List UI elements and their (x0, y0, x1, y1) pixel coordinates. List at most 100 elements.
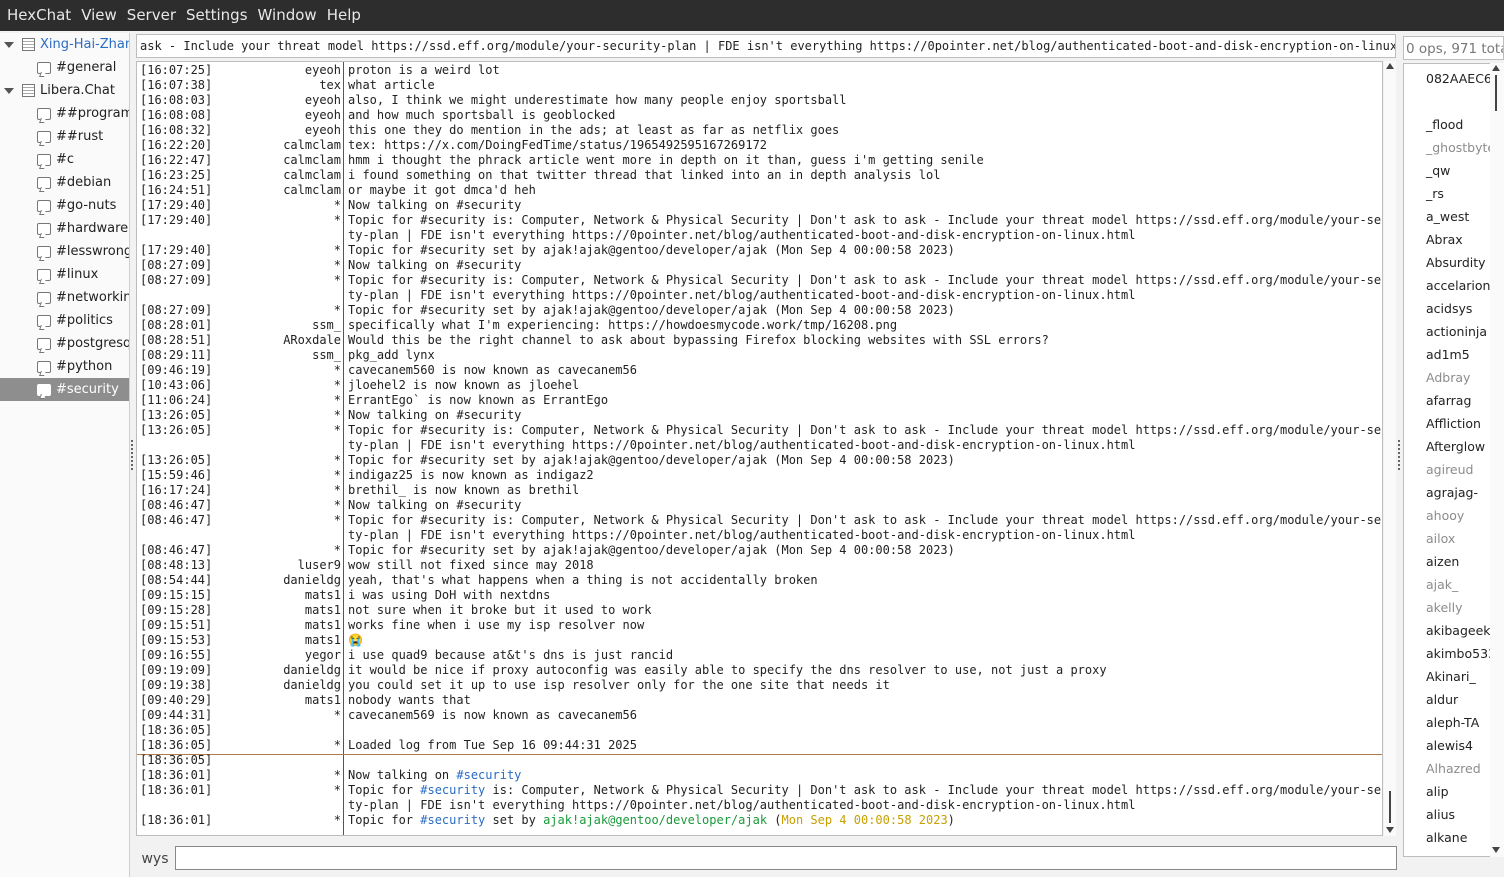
user-list-item[interactable]: ailox (1426, 527, 1455, 550)
expander-icon[interactable] (4, 41, 14, 48)
chat-line: [09:19:09] danieldg it would be nice if pr… (137, 663, 1382, 678)
user-list-item[interactable]: Akinari_ (1426, 665, 1476, 688)
user-list-item[interactable]: ajak_ (1426, 573, 1458, 596)
chat-line: [16:22:47] calmclam hmm i thought the phra… (137, 153, 1382, 168)
user-list-item[interactable]: accelarion (1426, 274, 1490, 297)
user-list-item[interactable]: agrajag- (1426, 481, 1478, 504)
user-list-item[interactable]: aldur (1426, 688, 1458, 711)
channel-icon (37, 199, 51, 212)
user-list[interactable]: 082AAEC63 _flood _ghostbyte _qw _rs a_west Abr… (1403, 63, 1504, 857)
timestamp: [16:07:25] (140, 63, 213, 77)
timestamp: [18:36:05] (140, 753, 213, 767)
tree-channel[interactable]: #linux (0, 263, 129, 286)
tree-channel[interactable]: #networking (0, 286, 129, 309)
expander-icon[interactable] (4, 87, 14, 94)
nick: * (333, 273, 341, 287)
user-list-item[interactable]: Adbray (1426, 366, 1470, 389)
menu-settings[interactable]: Settings (181, 0, 253, 31)
user-list-item[interactable]: _flood (1426, 113, 1463, 136)
timestamp: [16:08:03] (140, 93, 213, 107)
timestamp: [08:54:44] (140, 573, 213, 587)
tree-server[interactable]: Xing-Hai-Zhan (0, 33, 129, 56)
user-list-item[interactable]: ahooy (1426, 504, 1464, 527)
nick-button[interactable]: wys (138, 849, 172, 869)
menu-window[interactable]: Window (253, 0, 322, 31)
user-list-item[interactable]: acidsys (1426, 297, 1472, 320)
tree-server[interactable]: Libera.Chat (0, 79, 129, 102)
tree-channel[interactable]: ##programming (0, 102, 129, 125)
user-list-item[interactable]: _rs (1426, 182, 1444, 205)
topic-bar[interactable]: ask - Include your threat model https://… (136, 34, 1396, 58)
tree-channel[interactable]: #security (0, 378, 129, 401)
user-list-item[interactable]: akimbo533 (1426, 642, 1496, 665)
user-list-item[interactable]: Abrax (1426, 228, 1463, 251)
tree-channel[interactable]: #python (0, 355, 129, 378)
tree-channel[interactable]: #postgresql (0, 332, 129, 355)
user-list-item[interactable]: akibageek (1426, 619, 1491, 642)
tree-channel[interactable]: #debian (0, 171, 129, 194)
chat-scrollbar[interactable] (1384, 61, 1396, 836)
timestamp: [09:19:09] (140, 663, 213, 677)
tree-channel[interactable]: ##rust (0, 125, 129, 148)
user-list-item[interactable]: Afterglow (1426, 435, 1485, 458)
tree-channel[interactable]: #c (0, 148, 129, 171)
channel-icon (37, 107, 51, 120)
chat-line: [09:40:29] mats1 nobody wants that (137, 693, 1382, 708)
message: Topic for #security set by ajak!ajak@gen… (348, 243, 955, 257)
chat-line: [08:46:47] * Now talking on #security (137, 498, 1382, 513)
message: i use quad9 because at&t's dns is just r… (348, 648, 674, 662)
nick: * (333, 423, 341, 437)
tree-resize-grip[interactable] (131, 440, 134, 470)
channel-link: #security (420, 783, 486, 797)
tree-channel[interactable]: #politics (0, 309, 129, 332)
user-list-item[interactable]: ad1m5 (1426, 343, 1470, 366)
user-list-item[interactable]: akelly (1426, 596, 1463, 619)
timestamp: [18:36:01] (140, 813, 213, 827)
user-list-item[interactable]: _qw (1426, 159, 1450, 182)
user-list-item[interactable]: 082AAEC63 (1426, 67, 1500, 90)
user-list-item[interactable]: alkane (1426, 826, 1467, 849)
tree-channel[interactable]: #general (0, 56, 129, 79)
user-list-item[interactable]: alip (1426, 780, 1449, 803)
user-list-item[interactable]: aleph-TA (1426, 711, 1479, 734)
timestamp: [08:46:47] (140, 498, 213, 512)
user-list-item[interactable]: Absurdity (1426, 251, 1486, 274)
user-list-item[interactable]: aizen (1426, 550, 1459, 573)
tree-label: #politics (56, 313, 113, 328)
menu-server[interactable]: Server (122, 0, 181, 31)
message: Now talking on #security (348, 408, 522, 422)
tree-channel[interactable]: #hardware (0, 217, 129, 240)
nick: mats1 (304, 603, 341, 617)
chat-line: [09:15:28] mats1 not sure when it broke bu… (137, 603, 1382, 618)
userlist-scrollbar[interactable] (1490, 63, 1504, 857)
scroll-up-icon[interactable] (1386, 63, 1394, 69)
message: what article (348, 78, 435, 92)
user-list-item[interactable]: a_west (1426, 205, 1469, 228)
menu-hexchat[interactable]: HexChat (2, 0, 76, 31)
menu-view[interactable]: View (76, 0, 122, 31)
user-list-item[interactable]: actioninja (1426, 320, 1487, 343)
user-list-item[interactable]: agireud (1426, 458, 1473, 481)
message-input[interactable] (175, 846, 1397, 870)
tree-channel[interactable]: #lesswrong (0, 240, 129, 263)
user-list-item[interactable]: alewis4 (1426, 734, 1473, 757)
timestamp: [08:46:47] (140, 513, 213, 527)
chat-scroll-thumb[interactable] (1389, 791, 1391, 823)
scroll-down-icon[interactable] (1386, 827, 1394, 833)
tree-channel[interactable]: #go-nuts (0, 194, 129, 217)
userlist-scroll-thumb[interactable] (1495, 75, 1497, 111)
user-list-item[interactable]: Affliction (1426, 412, 1481, 435)
chat-log[interactable]: [16:07:25] eyeoh proton is a weird lot [16:… (136, 61, 1383, 836)
user-list-item[interactable]: afarrag (1426, 389, 1471, 412)
menu-help[interactable]: Help (322, 0, 366, 31)
message: nobody wants that (348, 693, 471, 707)
timestamp: [08:28:01] (140, 318, 213, 332)
message-text: Topic for (348, 813, 421, 827)
userlist-scroll-up-icon[interactable] (1492, 65, 1500, 71)
userlist-resize-grip[interactable] (1398, 440, 1401, 470)
user-list-item[interactable]: Alhazred (1426, 757, 1481, 780)
userlist-scroll-down-icon[interactable] (1492, 847, 1500, 853)
timestamp: [08:29:11] (140, 348, 213, 362)
user-list-item[interactable]: _ghostbyte (1426, 136, 1495, 159)
user-list-item[interactable]: alius (1426, 803, 1455, 826)
